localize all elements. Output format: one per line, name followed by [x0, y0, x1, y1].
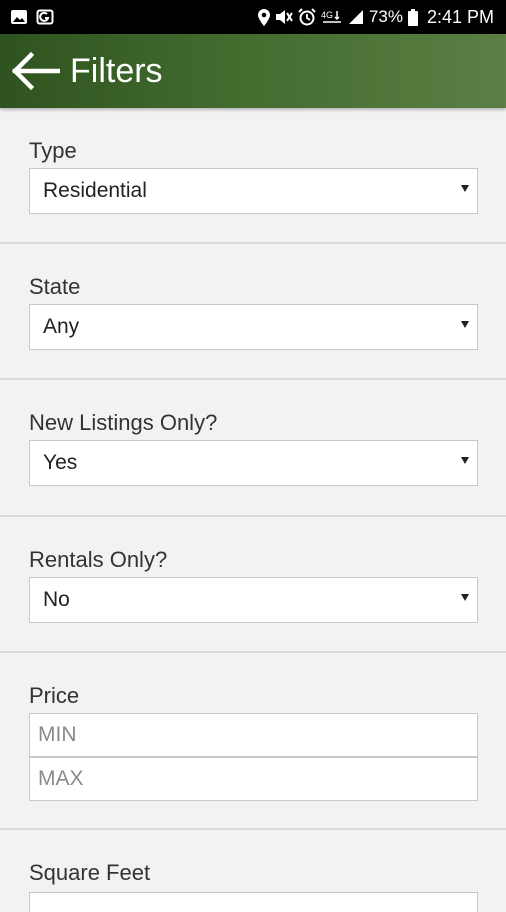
- back-button[interactable]: [4, 34, 66, 108]
- dropdown-caret-icon: [461, 594, 469, 601]
- page-title: Filters: [70, 51, 163, 90]
- price-max-input[interactable]: [29, 757, 478, 801]
- state-section: State Any: [0, 244, 506, 380]
- battery-icon: [407, 8, 418, 26]
- type-select[interactable]: Residential: [29, 168, 478, 214]
- new-listings-label: New Listings Only?: [29, 410, 218, 435]
- clock: 2:41 PM: [426, 6, 494, 27]
- image-icon: [10, 9, 28, 25]
- filters-form: Type Residential State Any New Listings …: [0, 108, 506, 912]
- new-listings-select-value: Yes: [43, 451, 78, 474]
- arrow-left-icon: [10, 51, 60, 91]
- new-listings-select[interactable]: Yes: [29, 440, 478, 486]
- location-icon: [257, 8, 270, 26]
- type-label: Type: [29, 138, 77, 163]
- state-select[interactable]: Any: [29, 304, 478, 350]
- price-section: Price: [0, 653, 506, 830]
- price-min-input[interactable]: [29, 713, 478, 757]
- dropdown-caret-icon: [461, 457, 469, 464]
- dropdown-caret-icon: [461, 321, 469, 328]
- square-feet-input[interactable]: [29, 892, 478, 912]
- dropdown-caret-icon: [461, 185, 469, 192]
- new-listings-section: New Listings Only? Yes: [0, 380, 506, 517]
- rentals-select[interactable]: No: [29, 577, 478, 623]
- status-bar: 4G 73% 2:41 PM: [0, 0, 506, 34]
- price-label: Price: [29, 683, 80, 708]
- app-notification-icon: [36, 9, 54, 25]
- app-bar: Filters: [0, 34, 506, 108]
- alarm-icon: [298, 8, 316, 26]
- mute-icon: [275, 9, 293, 25]
- lte-signal-icon: 4G: [321, 9, 343, 25]
- state-label: State: [29, 274, 81, 299]
- rentals-select-value: No: [43, 588, 70, 611]
- type-section: Type Residential: [0, 108, 506, 244]
- state-select-value: Any: [43, 315, 80, 338]
- rentals-section: Rentals Only? No: [0, 517, 506, 653]
- status-bar-left: [10, 9, 54, 25]
- status-bar-right: 4G 73% 2:41 PM: [257, 6, 494, 28]
- svg-text:4G: 4G: [321, 10, 333, 20]
- square-feet-label: Square Feet: [29, 860, 151, 885]
- rentals-label: Rentals Only?: [29, 547, 168, 572]
- battery-percent: 73%: [368, 7, 403, 26]
- square-feet-section: Square Feet: [0, 830, 506, 912]
- type-select-value: Residential: [43, 179, 147, 202]
- cell-signal-icon: [348, 9, 364, 25]
